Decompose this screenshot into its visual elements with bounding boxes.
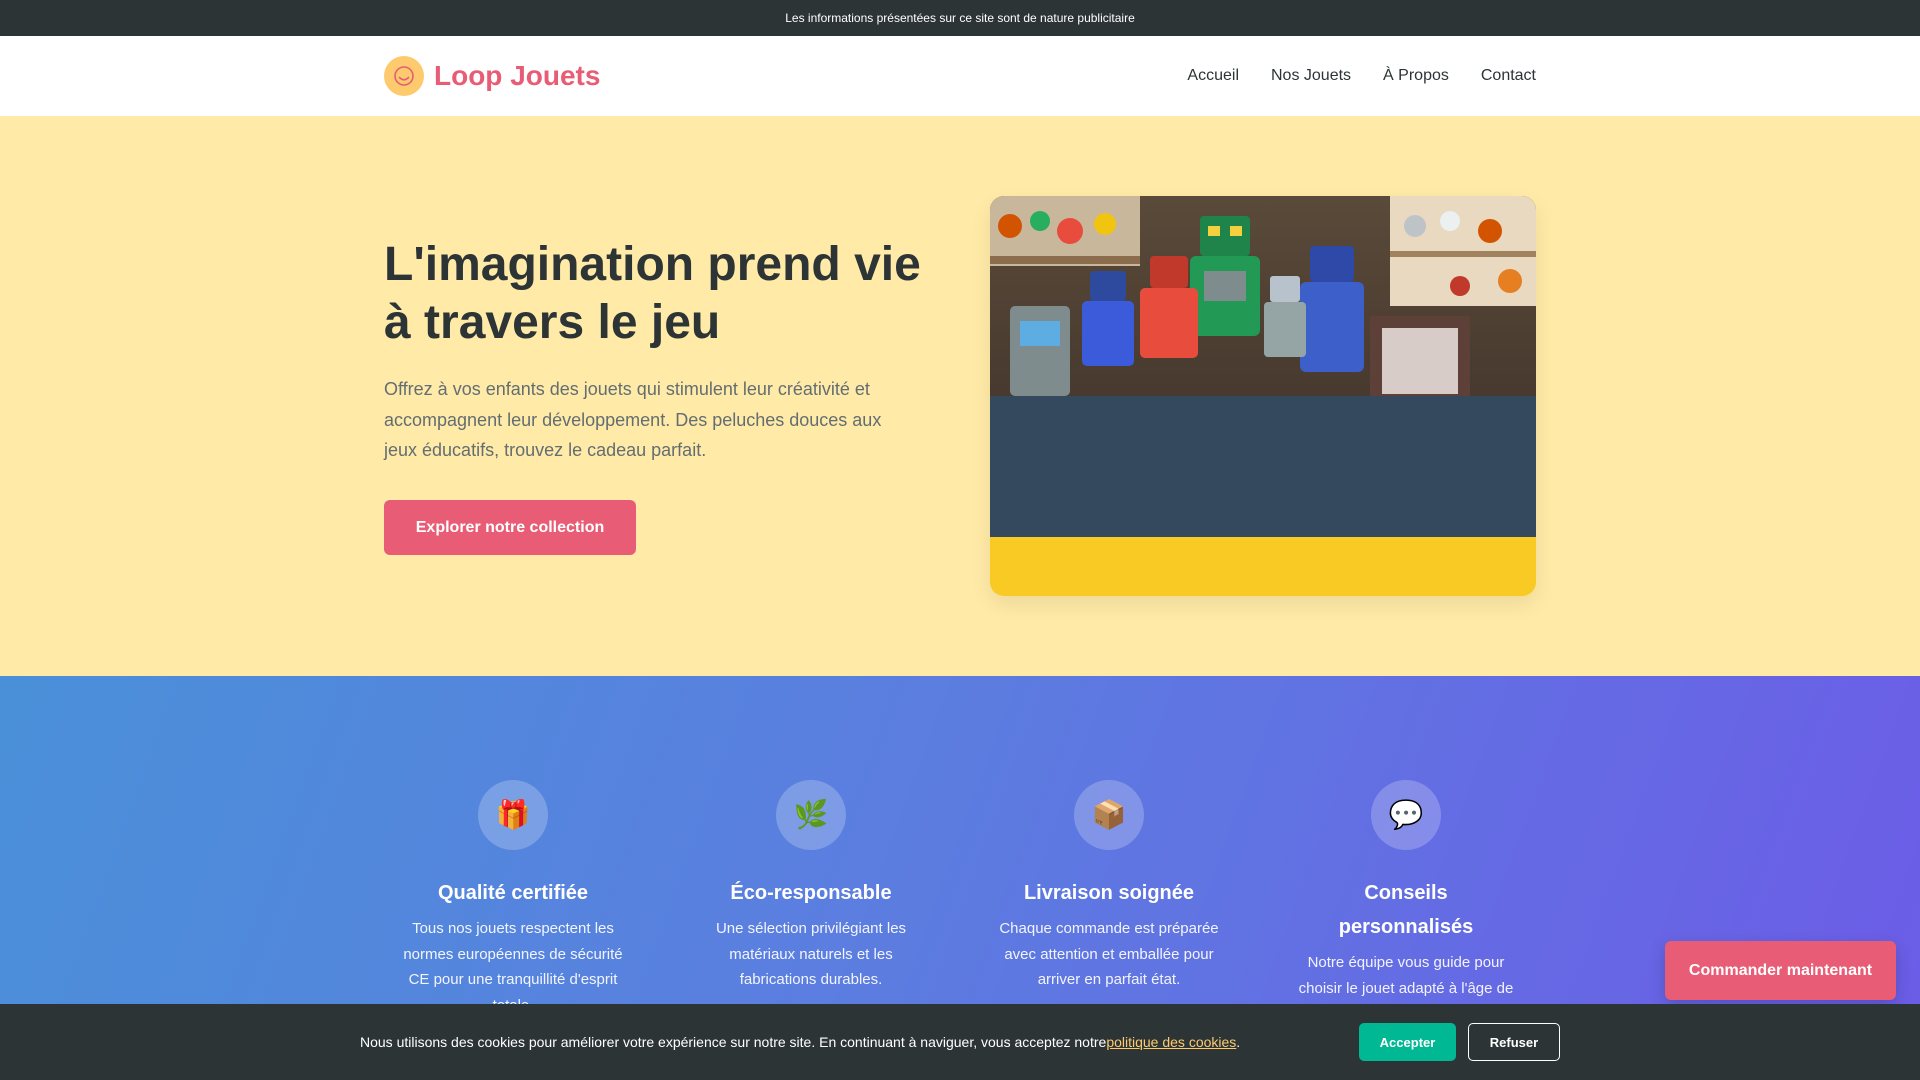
nav-link-accueil[interactable]: Accueil [1187, 67, 1239, 85]
nav-link-contact[interactable]: Contact [1481, 67, 1536, 85]
package-icon: 📦 [1074, 780, 1144, 850]
hero-toy-image [990, 196, 1536, 596]
cookie-banner: Nous utilisons des cookies pour améliore… [0, 1004, 1920, 1080]
cookie-actions: Accepter Refuser [1359, 1023, 1560, 1061]
feature-title: Éco-responsable [730, 882, 892, 904]
leaf-icon: 🌿 [776, 780, 846, 850]
feature-card: 🌿 Éco-responsable Une sélection privilég… [701, 780, 921, 993]
speech-bubble-icon: 💬 [1371, 780, 1441, 850]
refuse-cookies-button[interactable]: Refuser [1468, 1023, 1560, 1061]
smiley-icon [384, 56, 424, 96]
accept-cookies-button[interactable]: Accepter [1359, 1023, 1456, 1061]
cookie-text-before: Nous utilisons des cookies pour améliore… [360, 1034, 1107, 1050]
feature-title: Livraison soignée [1023, 882, 1195, 904]
feature-text: Une sélection privilégiant les matériaux… [715, 920, 907, 988]
nav-link-a-propos[interactable]: À Propos [1383, 67, 1449, 85]
cookie-text-after: . [1236, 1034, 1241, 1050]
explore-collection-button[interactable]: Explorer notre collection [384, 500, 636, 555]
cookie-message: Nous utilisons des cookies pour améliore… [360, 1004, 1240, 1080]
advertising-notice-bar: Les informations présentées sur ce site … [0, 0, 1920, 36]
hero-section: L'imagination prend vie à travers le jeu… [0, 116, 1920, 676]
feature-card: 🎁 Qualité certifiée Tous nos jouets resp… [403, 780, 623, 1018]
feature-card: 💬 Conseils personnalisés Notre équipe vo… [1296, 780, 1516, 1027]
gift-icon: 🎁 [478, 780, 548, 850]
main-nav: Accueil Nos Jouets À Propos Contact [1187, 36, 1536, 116]
site-header: Loop Jouets Accueil Nos Jouets À Propos … [0, 36, 1920, 116]
hero-description: Offrez à vos enfants des jouets qui stim… [384, 379, 882, 460]
feature-title: Qualité certifiée [437, 882, 589, 904]
brand-name: Loop Jouets [434, 60, 601, 91]
nav-link-nos-jouets[interactable]: Nos Jouets [1271, 67, 1351, 85]
cookie-policy-link[interactable]: politique des cookies [1106, 1034, 1236, 1050]
order-now-floating-button[interactable]: Commander maintenant [1665, 941, 1896, 1000]
feature-card: 📦 Livraison soignée Chaque commande est … [999, 780, 1219, 993]
brand-logo-link[interactable]: Loop Jouets [384, 56, 600, 96]
toy-robots-photo [990, 196, 1536, 537]
feature-text: Chaque commande est préparée avec attent… [999, 920, 1219, 988]
feature-text: Tous nos jouets respectent les normes eu… [403, 920, 623, 1014]
advertising-notice-text: Les informations présentées sur ce site … [785, 11, 1135, 25]
hero-title: L'imagination prend vie à travers le jeu [384, 238, 921, 349]
feature-title: Conseils personnalisés [1338, 882, 1474, 938]
